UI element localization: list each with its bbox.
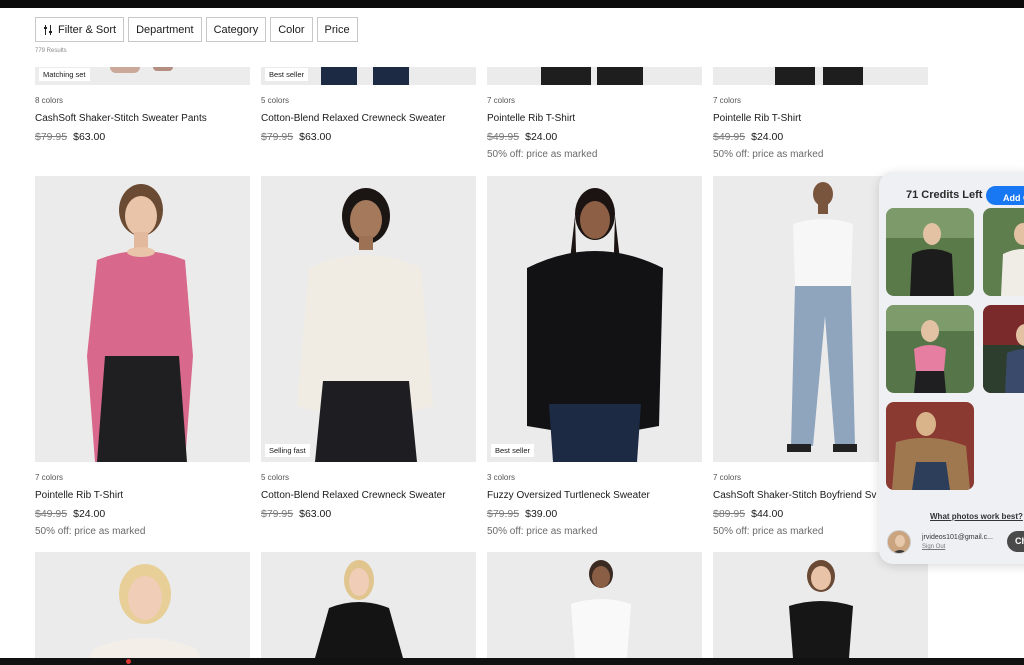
account-email: jrvideos101@gmail.c...: [922, 534, 993, 541]
sliders-icon: [44, 24, 52, 35]
filter-sort-button[interactable]: Filter & Sort: [35, 17, 125, 42]
credits-panel: 71 Credits Left Add Cre What photos work…: [879, 172, 1024, 564]
category-filter-button[interactable]: Category: [205, 17, 267, 42]
sale-price: $63.00: [299, 508, 332, 520]
credits-left-title: 71 Credits Left: [906, 189, 983, 201]
product-image[interactable]: Best seller: [261, 67, 476, 85]
product-name[interactable]: Pointelle Rib T-Shirt: [713, 113, 801, 124]
photo-thumbnail[interactable]: [886, 208, 974, 296]
model-photo: [87, 184, 193, 462]
model-photo: [297, 188, 433, 462]
product-price: $79.95 $63.00: [261, 131, 331, 143]
sale-price: $24.00: [751, 131, 784, 143]
panel-action-button[interactable]: Ch: [1007, 531, 1024, 552]
product-image[interactable]: [261, 552, 476, 658]
original-price: $79.95: [35, 131, 68, 143]
product-badge: Selling fast: [265, 444, 310, 457]
add-credits-button[interactable]: Add Cre: [986, 186, 1024, 205]
product-image[interactable]: Matching set: [35, 67, 250, 85]
product-image[interactable]: [35, 552, 250, 658]
sale-price: $24.00: [73, 508, 106, 520]
color-count: 7 colors: [35, 473, 64, 482]
filter-sort-label: Filter & Sort: [58, 23, 117, 36]
results-count: 779 Results: [35, 48, 67, 54]
model-photo: [527, 188, 663, 462]
sale-price: $24.00: [525, 131, 558, 143]
photo-thumbnail[interactable]: [983, 208, 1024, 296]
photo-thumbnail[interactable]: [886, 305, 974, 393]
model-photo: [571, 560, 631, 658]
model-photo: [315, 560, 403, 658]
original-price: $49.95: [713, 131, 746, 143]
promo-text: 50% off: price as marked: [35, 526, 146, 537]
product-price: $79.95 $39.00: [487, 508, 557, 520]
avatar[interactable]: [887, 530, 911, 554]
photo-help-link[interactable]: What photos work best?: [930, 512, 1023, 521]
model-photo: [89, 564, 201, 658]
department-filter-button[interactable]: Department: [128, 17, 202, 42]
photo-thumbnail[interactable]: [886, 402, 974, 490]
color-count: 5 colors: [261, 473, 290, 482]
product-price: $49.95 $24.00: [35, 508, 105, 520]
original-price: $89.95: [713, 508, 746, 520]
sale-price: $39.00: [525, 508, 558, 520]
filter-bar: Filter & Sort Department Category Color …: [35, 17, 358, 42]
photo-thumbnail[interactable]: [983, 305, 1024, 393]
product-image[interactable]: [487, 67, 702, 85]
bottom-edge-bar: [0, 658, 1024, 665]
original-price: $79.95: [261, 131, 294, 143]
promo-text: 50% off: price as marked: [713, 149, 824, 160]
product-image[interactable]: [35, 176, 250, 462]
product-name[interactable]: CashSoft Shaker-Stitch Boyfriend Sv: [713, 490, 876, 501]
product-badge: Best seller: [491, 444, 535, 457]
price-filter-button[interactable]: Price: [316, 17, 358, 42]
sale-price: $63.00: [299, 131, 332, 143]
color-count: 5 colors: [261, 96, 290, 105]
promo-text: 50% off: price as marked: [487, 526, 598, 537]
promo-text: 50% off: price as marked: [713, 526, 824, 537]
color-filter-button[interactable]: Color: [270, 17, 313, 42]
color-count: 7 colors: [713, 96, 742, 105]
promo-text: 50% off: price as marked: [487, 149, 598, 160]
color-count: 3 colors: [487, 473, 516, 482]
product-image[interactable]: [713, 67, 928, 85]
product-price: $49.95 $24.00: [487, 131, 557, 143]
product-image[interactable]: Best seller: [487, 176, 702, 462]
original-price: $49.95: [487, 131, 520, 143]
product-badge: Best seller: [265, 68, 309, 81]
model-photo: [789, 560, 853, 658]
indicator-dot: [126, 659, 131, 664]
sign-out-link[interactable]: Sign Out: [922, 544, 945, 550]
color-count: 7 colors: [487, 96, 516, 105]
original-price: $79.95: [487, 508, 520, 520]
product-name[interactable]: Pointelle Rib T-Shirt: [487, 113, 575, 124]
sale-price: $44.00: [751, 508, 784, 520]
top-edge-bar: [0, 0, 1024, 8]
color-count: 8 colors: [35, 96, 64, 105]
product-name[interactable]: Fuzzy Oversized Turtleneck Sweater: [487, 490, 650, 501]
product-price: $79.95 $63.00: [261, 508, 331, 520]
sale-price: $63.00: [73, 131, 106, 143]
product-name[interactable]: Cotton-Blend Relaxed Crewneck Sweater: [261, 113, 446, 124]
original-price: $79.95: [261, 508, 294, 520]
product-price: $79.95 $63.00: [35, 131, 105, 143]
product-badge: Matching set: [39, 68, 90, 81]
original-price: $49.95: [35, 508, 68, 520]
product-image[interactable]: [713, 552, 928, 658]
product-price: $89.95 $44.00: [713, 508, 783, 520]
product-name[interactable]: CashSoft Shaker-Stitch Sweater Pants: [35, 113, 207, 124]
product-image[interactable]: Selling fast: [261, 176, 476, 462]
product-price: $49.95 $24.00: [713, 131, 783, 143]
product-name[interactable]: Cotton-Blend Relaxed Crewneck Sweater: [261, 490, 446, 501]
color-count: 7 colors: [713, 473, 742, 482]
product-name[interactable]: Pointelle Rib T-Shirt: [35, 490, 123, 501]
product-image[interactable]: [487, 552, 702, 658]
